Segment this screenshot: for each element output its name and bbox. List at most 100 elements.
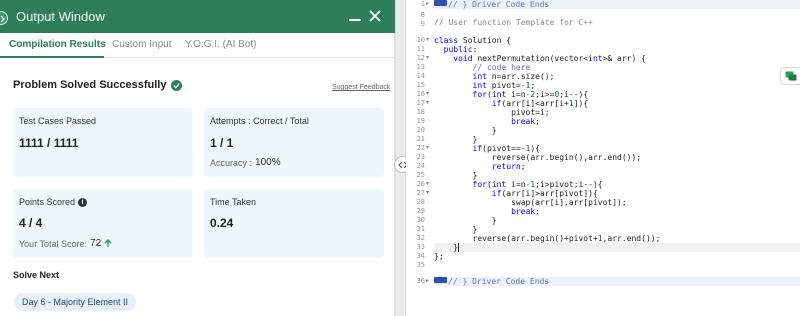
code-editor[interactable]: 1 ▸ 8 9 10 ▾ 11 12 ▾ 13 14 15 16 ▾ 17 ▾ …: [406, 0, 800, 316]
line-number: 20: [416, 126, 425, 134]
fold-toggle-icon[interactable]: ▾: [426, 180, 432, 189]
code-line: for(int i=n-1;i>pivot;i--){: [472, 180, 603, 189]
line-number: 9: [420, 20, 425, 28]
code-line: }: [434, 126, 497, 135]
fold-toggle-icon[interactable]: ▾: [426, 144, 432, 153]
tab-compilation-results[interactable]: Compilation Results: [9, 39, 106, 50]
line-number: 13: [416, 63, 425, 71]
chat-icon[interactable]: [780, 67, 800, 85]
code-line: }: [434, 171, 478, 180]
line-number: 31: [416, 225, 425, 233]
attempts-card: Attempts : Correct / Total 1 / 1 Accurac…: [204, 108, 384, 177]
points-card: Points Scored i 4 / 4 Your Total Score: …: [13, 189, 193, 258]
collapsed-region-icon[interactable]: [434, 0, 447, 6]
line-number: 23: [416, 153, 425, 161]
code-line: }: [434, 216, 497, 225]
chevron-right-icon[interactable]: [0, 11, 8, 25]
points-value: 4 / 4: [19, 216, 43, 230]
attempts-value: 1 / 1: [210, 136, 234, 150]
output-window-header: Output Window: [0, 0, 395, 33]
code-line: void nextPermutation(vector<int>& arr) {: [453, 54, 646, 63]
line-number: 15: [416, 81, 425, 89]
collapsed-region-icon[interactable]: [434, 277, 447, 283]
test-cases-card: Test Cases Passed 1111 / 1111: [13, 108, 193, 177]
code-line: if(arr[i]<arr[i+1]){: [491, 99, 589, 108]
code-line: reverse(arr.begin(),arr.end());: [434, 153, 642, 162]
close-icon[interactable]: [368, 9, 382, 23]
code-line: break;: [511, 117, 540, 126]
accuracy: Accuracy : 100%: [210, 157, 281, 168]
arrow-up-icon: [104, 239, 112, 247]
code-content[interactable]: // } Driver Code Ends // User function T…: [434, 0, 800, 316]
line-number: 16: [416, 90, 425, 98]
line-number: 8: [420, 11, 425, 19]
fold-toggle-icon[interactable]: ▸: [426, 277, 432, 286]
line-number: 30: [416, 216, 425, 224]
fold-toggle-icon[interactable]: ▸: [426, 0, 432, 9]
check-circle-icon: [171, 79, 183, 91]
test-cases-value: 1111 / 1111: [19, 136, 79, 150]
line-number: 11: [416, 45, 425, 53]
code-line: class Solution {: [434, 36, 512, 45]
active-tab-indicator: [0, 56, 104, 58]
line-number: 1: [420, 0, 425, 8]
accuracy-label: Accuracy :: [210, 157, 253, 168]
line-number: 24: [416, 162, 425, 170]
code-line: return;: [491, 162, 526, 171]
time-value: 0.24: [210, 216, 234, 230]
line-number: 35: [416, 261, 425, 269]
info-icon[interactable]: i: [78, 197, 88, 207]
code-line: if(arr[i]>arr[pivot]){: [491, 189, 598, 198]
status-text: Problem Solved Successfully: [13, 79, 167, 91]
line-number: 25: [416, 171, 425, 179]
solve-next-heading: Solve Next: [13, 270, 60, 280]
line-number: 26: [416, 180, 425, 188]
output-window: Output Window Compilation Results Custom…: [0, 0, 395, 316]
code-line: if(pivot==-1){: [472, 144, 540, 153]
line-number: 18: [416, 108, 425, 116]
code-line: }: [434, 225, 478, 234]
total-score-label: Your Total Score:: [19, 238, 88, 249]
suggest-feedback-link[interactable]: Suggest Feedback: [332, 84, 390, 91]
line-number: 28: [416, 198, 425, 206]
next-problem-chip[interactable]: Day 6 - Majority Element II: [14, 293, 137, 311]
code-line: swap(arr[i],arr[pivot]);: [434, 198, 627, 207]
fold-toggle-icon[interactable]: ▾: [426, 90, 432, 99]
fold-toggle-icon[interactable]: ▾: [426, 54, 432, 63]
code-line: // } Driver Code Ends: [434, 0, 800, 9]
code-line: reverse(arr.begin()+pivot+1,arr.end());: [434, 234, 661, 243]
tab-yogi-ai-bot[interactable]: Y.O.G.I. (AI Bot): [185, 39, 257, 50]
text-caret: [458, 243, 459, 252]
line-number: 22: [416, 144, 425, 152]
output-tabs: Compilation Results Custom Input Y.O.G.I…: [0, 33, 395, 58]
line-number: 19: [416, 117, 425, 125]
fold-toggle-icon[interactable]: ▾: [426, 189, 432, 198]
card-title: Time Taken: [210, 197, 257, 207]
fold-toggle-icon[interactable]: ▾: [426, 36, 432, 45]
line-number: 34: [416, 252, 425, 260]
code-line: int pivot=-1;: [472, 81, 536, 90]
line-number: 14: [416, 72, 425, 80]
code-line: // User function Template for C++: [434, 18, 593, 27]
line-number: 10: [416, 36, 425, 44]
line-number: 32: [416, 234, 425, 242]
line-number: 29: [416, 207, 425, 215]
line-number: 33: [416, 243, 425, 251]
problem-status: Problem Solved Successfully: [13, 79, 183, 91]
card-title: Points Scored i: [19, 197, 88, 207]
code-line: int n=arr.size();: [472, 72, 555, 81]
code-line: }: [434, 135, 478, 144]
points-title: Points Scored: [19, 197, 76, 207]
accuracy-value: 100%: [255, 157, 281, 168]
time-card: Time Taken 0.24: [204, 189, 384, 258]
tab-custom-input[interactable]: Custom Input: [112, 39, 171, 50]
card-title: Attempts : Correct / Total: [210, 116, 309, 126]
code-line: break;: [511, 207, 540, 216]
window-title: Output Window: [16, 9, 105, 24]
code-line: public:: [443, 45, 478, 54]
line-number: 36: [416, 277, 425, 285]
fold-toggle-icon[interactable]: ▾: [426, 99, 432, 108]
minimize-icon[interactable]: [349, 19, 361, 21]
line-number: 17: [416, 99, 425, 107]
line-number-gutter: 1 ▸ 8 9 10 ▾ 11 12 ▾ 13 14 15 16 ▾ 17 ▾ …: [406, 0, 432, 316]
